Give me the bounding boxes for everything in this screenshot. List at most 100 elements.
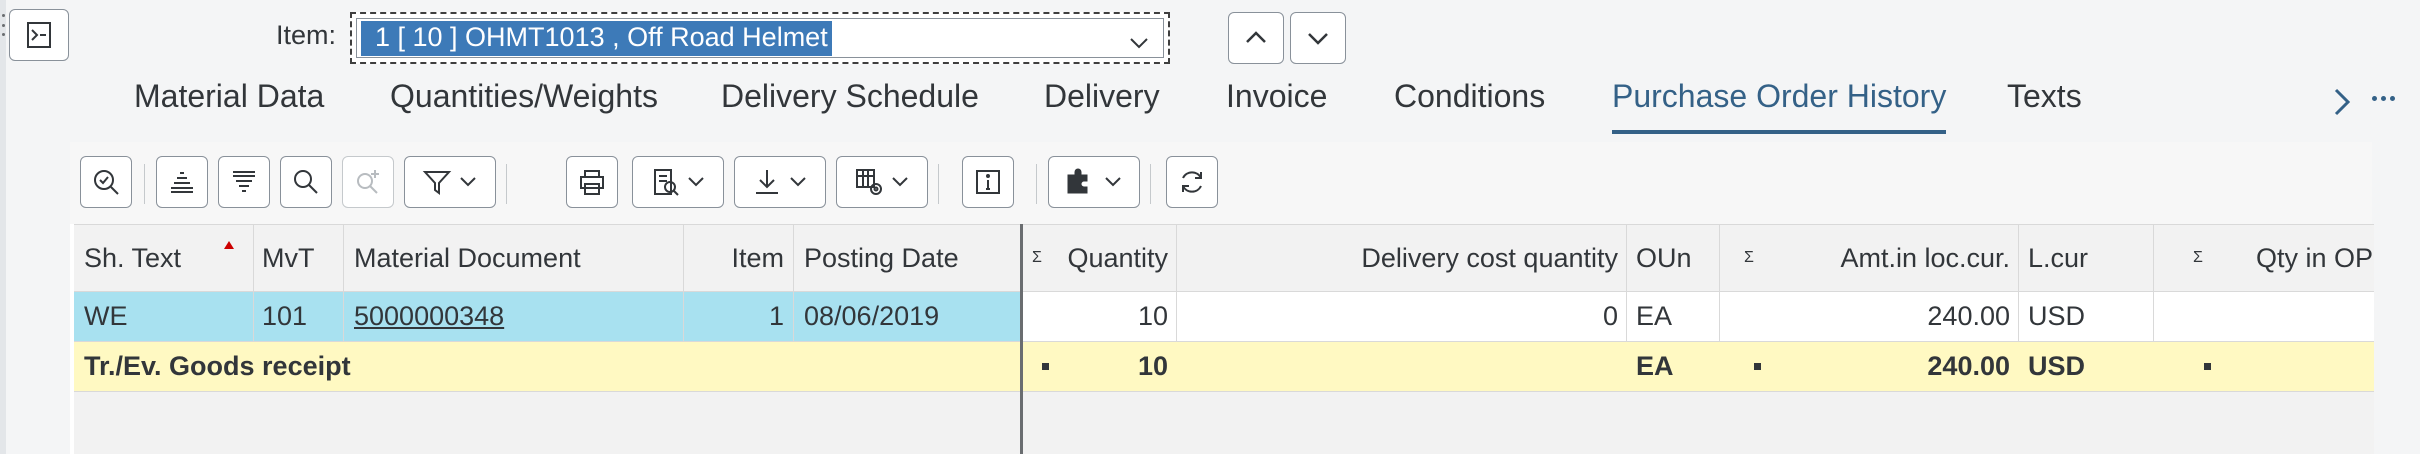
print-icon xyxy=(580,170,604,195)
col-header-mvt[interactable]: MvT xyxy=(262,225,314,291)
item-dropdown-value: 1 [ 10 ] OHMT1013 , Off Road Helmet xyxy=(361,20,832,56)
cell-sh-text: WE xyxy=(84,301,128,331)
tab-purchase-order-history[interactable]: Purchase Order History xyxy=(1612,78,1947,134)
cell-item: 1 xyxy=(768,301,784,331)
col-header-qty-in-op[interactable]: Qty in OP xyxy=(2256,225,2373,291)
subtotal-marker-icon xyxy=(2204,342,2211,391)
layout-dropdown-button[interactable] xyxy=(836,156,928,208)
col-divider xyxy=(1176,292,1177,341)
filter-icon xyxy=(422,171,452,195)
tab-material-data[interactable]: Material Data xyxy=(134,78,324,134)
find-button[interactable] xyxy=(280,156,332,208)
more-tabs-icon[interactable] xyxy=(2372,96,2395,101)
col-header-amt-in-loc-cur[interactable]: Amt.in loc.cur. xyxy=(1774,225,2010,291)
item-label: Item: xyxy=(276,20,337,50)
po-history-table: Sh. Text MvT Material Document Item Post… xyxy=(74,224,2374,454)
tab-invoice[interactable]: Invoice xyxy=(1226,78,1327,134)
extensions-dropdown-button[interactable] xyxy=(1048,156,1140,208)
chevron-down-icon xyxy=(460,177,476,187)
cell-amt-in-loc-cur: 240.00 xyxy=(1927,301,2010,331)
col-divider xyxy=(1176,225,1177,291)
document-overview-icon xyxy=(27,22,51,48)
sum-icon: Σ xyxy=(1744,249,1754,266)
toolbar-separator xyxy=(938,164,939,204)
alv-toolbar xyxy=(70,142,2372,224)
col-header-material-document[interactable]: Material Document xyxy=(354,225,581,291)
col-header-item[interactable]: Item xyxy=(684,225,784,291)
col-divider xyxy=(1626,292,1627,341)
sum-icon: Σ xyxy=(2193,249,2203,266)
col-header-delivery-cost-quantity[interactable]: Delivery cost quantity xyxy=(1184,225,1618,291)
find-icon xyxy=(294,170,318,194)
toolbar-separator xyxy=(144,164,145,204)
chevron-down-icon xyxy=(1105,177,1121,187)
view-dropdown-button[interactable] xyxy=(632,156,724,208)
layout-icon xyxy=(856,169,882,195)
col-divider xyxy=(2018,225,2019,291)
subtotal-l-cur: USD xyxy=(2028,351,2086,381)
resize-grip-icon[interactable] xyxy=(0,14,6,36)
material-document-link[interactable]: 5000000348 xyxy=(354,292,504,341)
cell-delivery-cost-quantity: 0 xyxy=(1602,301,1618,331)
sort-descending-icon xyxy=(233,171,255,192)
tab-delivery[interactable]: Delivery xyxy=(1044,78,1160,134)
puzzle-icon xyxy=(1067,168,1088,194)
chevron-down-icon xyxy=(892,177,908,187)
view-icon xyxy=(654,169,679,196)
left-edge-strip xyxy=(0,0,6,454)
next-item-button[interactable] xyxy=(1290,12,1346,64)
col-divider xyxy=(793,225,794,291)
filter-dropdown-button[interactable] xyxy=(404,156,496,208)
table-header-row: Sh. Text MvT Material Document Item Post… xyxy=(74,224,2374,292)
find-next-button[interactable] xyxy=(342,156,394,208)
tab-texts[interactable]: Texts xyxy=(2007,78,2082,134)
item-dropdown[interactable]: 1 [ 10 ] OHMT1013 , Off Road Helmet xyxy=(350,12,1170,64)
tab-conditions[interactable]: Conditions xyxy=(1394,78,1545,134)
cell-l-cur: USD xyxy=(2028,301,2086,331)
po-history-panel: Sh. Text MvT Material Document Item Post… xyxy=(70,142,2374,454)
chevron-up-icon xyxy=(1246,31,1266,43)
sort-ascending-button[interactable] xyxy=(156,156,208,208)
col-header-sh-text[interactable]: Sh. Text xyxy=(84,225,244,291)
cell-oun: EA xyxy=(1636,301,1673,331)
cell-mvt: 101 xyxy=(262,301,308,331)
table-subtotal-row[interactable]: Tr./Ev. Goods receipt 10 EA 240.00 USD xyxy=(74,342,2374,392)
refresh-icon xyxy=(1182,171,1202,193)
col-divider xyxy=(793,292,794,341)
cell-posting-date: 08/06/2019 xyxy=(804,301,940,331)
tab-delivery-schedule[interactable]: Delivery Schedule xyxy=(721,78,979,134)
subtotal-oun: EA xyxy=(1636,351,1674,381)
table-row[interactable]: WE 101 5000000348 1 08/06/2019 10 0 EA 2… xyxy=(74,292,2374,342)
col-divider xyxy=(343,225,344,291)
cell-quantity: 10 xyxy=(1137,301,1168,331)
subtotal-label: Tr./Ev. Goods receipt xyxy=(84,351,351,381)
col-divider xyxy=(1719,225,1720,291)
col-divider xyxy=(2018,292,2019,341)
item-detail-tabs: Material Data Quantities/Weights Deliver… xyxy=(0,70,2420,134)
toolbar-separator xyxy=(1150,164,1151,204)
col-divider xyxy=(253,292,254,341)
refresh-button[interactable] xyxy=(1166,156,1218,208)
sort-ascending-icon xyxy=(171,172,193,193)
chevron-right-icon[interactable] xyxy=(2330,84,2354,120)
toolbar-separator xyxy=(506,164,507,204)
details-button[interactable] xyxy=(80,156,132,208)
col-divider xyxy=(343,292,344,341)
export-dropdown-button[interactable] xyxy=(734,156,826,208)
col-header-oun[interactable]: OUn xyxy=(1636,225,1692,291)
print-button[interactable] xyxy=(566,156,618,208)
document-overview-button[interactable] xyxy=(9,9,69,61)
col-header-posting-date[interactable]: Posting Date xyxy=(804,225,959,291)
info-button[interactable] xyxy=(962,156,1014,208)
subtotal-amt-in-loc-cur: 240.00 xyxy=(1927,351,2010,381)
details-icon xyxy=(94,170,119,195)
col-header-quantity[interactable]: Quantity xyxy=(1054,225,1168,291)
fixed-column-splitter[interactable] xyxy=(1020,224,1023,454)
col-divider xyxy=(2153,225,2154,291)
tab-quantities-weights[interactable]: Quantities/Weights xyxy=(390,78,658,134)
chevron-down-icon xyxy=(1130,38,1148,49)
col-header-l-cur[interactable]: L.cur xyxy=(2028,225,2088,291)
col-divider xyxy=(1719,292,1720,341)
previous-item-button[interactable] xyxy=(1228,12,1284,64)
sort-descending-button[interactable] xyxy=(218,156,270,208)
